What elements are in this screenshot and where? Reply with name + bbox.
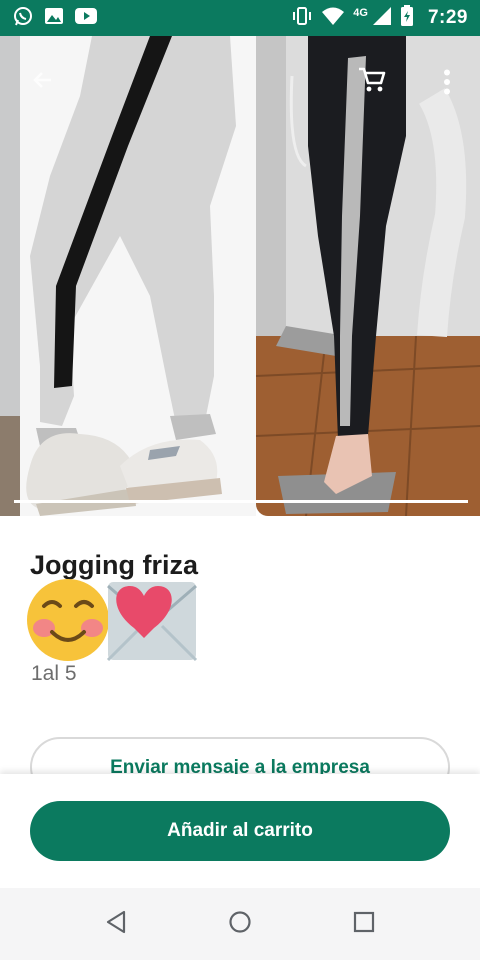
product-photo-black-joggers xyxy=(256,36,480,516)
back-arrow-icon xyxy=(31,69,53,96)
more-vert-icon xyxy=(443,69,451,100)
gallery-progress-fill xyxy=(14,500,468,503)
product-image-gallery[interactable] xyxy=(0,36,480,516)
wifi-icon xyxy=(321,6,345,31)
network-type-label: 4G xyxy=(353,7,368,19)
vibrate-icon xyxy=(291,5,313,32)
love-letter-icon xyxy=(104,576,200,669)
home-icon xyxy=(228,910,252,939)
back-button[interactable] xyxy=(22,62,62,102)
product-photo-grey-joggers xyxy=(0,36,256,516)
status-time: 7:29 xyxy=(427,7,468,28)
more-options-button[interactable] xyxy=(430,64,464,104)
status-left-icons xyxy=(12,5,98,32)
nav-back-button[interactable] xyxy=(96,904,136,944)
signal-icon xyxy=(372,6,392,31)
gallery-progress-bar xyxy=(14,500,468,503)
product-emoji-row xyxy=(24,578,200,666)
bottom-action-panel: Añadir al carrito xyxy=(0,774,480,888)
back-icon xyxy=(105,910,127,939)
system-nav-bar xyxy=(0,888,480,960)
cart-icon xyxy=(358,67,386,98)
smiling-face-icon xyxy=(24,576,112,669)
nav-home-button[interactable] xyxy=(220,904,260,944)
status-bar: 4G 7:29 xyxy=(0,0,480,36)
cart-button[interactable] xyxy=(350,62,394,102)
product-detail-screen: 4G 7:29 Jogging friza 1al 5 Enviar mensa… xyxy=(0,0,480,960)
whatsapp-icon xyxy=(12,5,34,32)
status-right-icons: 4G 7:29 xyxy=(291,4,468,32)
recents-icon xyxy=(353,911,375,938)
add-to-cart-label: Añadir al carrito xyxy=(167,820,313,841)
battery-icon xyxy=(400,4,414,32)
youtube-icon xyxy=(74,7,98,30)
nav-recents-button[interactable] xyxy=(344,904,384,944)
gallery-icon xyxy=(44,7,64,30)
add-to-cart-button[interactable]: Añadir al carrito xyxy=(30,801,450,861)
product-description: 1al 5 xyxy=(31,662,77,685)
